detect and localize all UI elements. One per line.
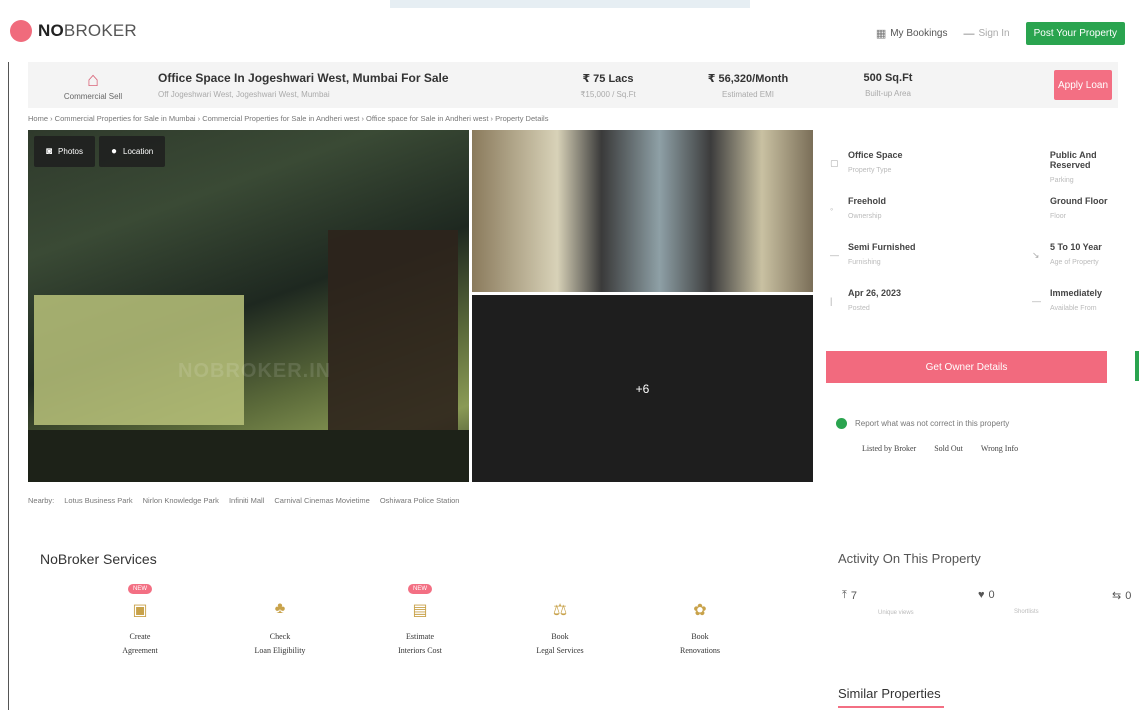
nobroker-logo[interactable]: NOBROKER [10, 20, 137, 42]
report-prompt: Report what was not correct in this prop… [836, 418, 1009, 429]
heading-underline [838, 706, 944, 708]
shortlists-stat: ♥ 0 Shortlists [978, 589, 1039, 615]
user-icon: — [963, 27, 975, 40]
shop-icon: ⌂ [86, 68, 100, 91]
location-pin-icon: ● [110, 146, 117, 157]
property-title: Office Space In Jogeshwari West, Mumbai … [158, 71, 449, 85]
price-value: ₹ 75 Lacs [582, 72, 634, 85]
emi-value: ₹ 56,320/Month [707, 72, 789, 85]
floor-icon [1032, 204, 1042, 220]
report-option-wrong-info[interactable]: Wrong Info [981, 444, 1018, 453]
nearby-label: Nearby: [28, 496, 55, 505]
logo-wordmark: NOBROKER [38, 21, 137, 40]
post-property-button[interactable]: Post Your Property [1025, 22, 1125, 45]
contacted-stat: ⇆ 0 [1112, 589, 1132, 603]
nearby-place[interactable]: Oshiwara Police Station [380, 496, 460, 505]
emi-stat: ₹ 56,320/Month Estimated EMI [678, 72, 818, 99]
nearby-place[interactable]: Infiniti Mall [229, 496, 264, 505]
breadcrumb[interactable]: Home › Commercial Properties for Sale in… [28, 114, 548, 123]
signin-link[interactable]: — Sign In [963, 28, 1009, 40]
more-photos-count: +6 [635, 381, 650, 396]
get-owner-details-button[interactable]: Get Owner Details [826, 351, 1107, 383]
property-details-grid: ▢ Office Space Property Type Public And R… [826, 150, 1139, 330]
service-legal[interactable]: ⚖ Book Legal Services [490, 584, 630, 658]
detail-floor: Ground Floor Floor [1032, 196, 1108, 220]
header-banner-strip [390, 0, 750, 8]
heart-icon: ♥ [978, 589, 985, 601]
detail-age: ↘ 5 To 10 Year Age of Property [1032, 242, 1102, 266]
renovation-icon: ✿ [693, 602, 707, 619]
detail-property-type: ▢ Office Space Property Type [830, 150, 903, 174]
detail-furnishing: — Semi Furnished Furnishing [830, 242, 916, 266]
logo-mark-icon [10, 20, 32, 42]
calendar-icon: ▦ [875, 28, 887, 40]
building-icon: ▢ [830, 158, 839, 168]
watermark: NOBROKER.IN [178, 360, 332, 382]
emi-label: Estimated EMI [721, 89, 774, 99]
area-stat: 500 Sq.Ft Built-up Area [818, 72, 958, 98]
detail-ownership: ◦ Freehold Ownership [830, 196, 887, 220]
report-options: Listed by Broker Sold Out Wrong Info [862, 444, 1018, 453]
side-action-tab[interactable] [1135, 351, 1139, 381]
agreement-icon: ▣ [132, 602, 148, 619]
nearby-place[interactable]: Nirlon Knowledge Park [143, 496, 219, 505]
main-photo[interactable]: NOBROKER.IN [28, 130, 469, 482]
my-bookings-label: My Bookings [890, 28, 948, 39]
nearby-place[interactable]: Lotus Business Park [64, 496, 132, 505]
sofa-icon: — [830, 250, 839, 260]
property-address[interactable]: Off Jogeshwari West, Jogeshwari West, Mu… [158, 90, 538, 99]
top-navbar: NOBROKER ▦ My Bookings — Sign In Post Yo… [0, 0, 1139, 62]
contact-icon: ⇆ [1112, 590, 1122, 602]
similar-properties-heading: Similar Properties [838, 686, 941, 701]
thumbnail-photo-more[interactable]: +6 [472, 295, 813, 482]
key-icon: ◦ [830, 204, 834, 214]
area-value: 500 Sq.Ft [863, 72, 913, 84]
signin-label: Sign In [978, 28, 1010, 39]
camera-icon: ◙ [46, 146, 53, 157]
tab-photos[interactable]: ◙ Photos [34, 136, 95, 167]
thumbnail-photo-top[interactable] [472, 130, 813, 292]
legal-icon: ⚖ [552, 602, 568, 619]
page-left-border [8, 60, 9, 710]
my-bookings-link[interactable]: ▦ My Bookings [876, 27, 948, 40]
views-icon: ⤒ [842, 589, 847, 601]
price-stat: ₹ 75 Lacs ₹15,000 / Sq.Ft [538, 72, 678, 99]
calendar-icon: | [830, 296, 833, 306]
age-icon: ↘ [1032, 250, 1040, 260]
loan-icon: ♣ [274, 600, 286, 617]
tab-location-label: Location [123, 147, 154, 156]
service-renovations[interactable]: ✿ Book Renovations [630, 584, 770, 658]
service-create-agreement[interactable]: NEW ▣ Create Agreement [70, 584, 210, 658]
services-heading: NoBroker Services [40, 551, 157, 567]
report-option-broker[interactable]: Listed by Broker [862, 444, 916, 453]
area-label: Built-up Area [865, 89, 911, 98]
new-badge: NEW [408, 584, 432, 594]
service-loan-eligibility[interactable]: ♣ Check Loan Eligibility [210, 584, 350, 658]
tab-photos-label: Photos [58, 147, 83, 156]
new-badge: NEW [128, 584, 152, 594]
nearby-place[interactable]: Carnival Cinemas Movietime [274, 496, 369, 505]
activity-heading: Activity On This Property [838, 551, 981, 566]
tab-location[interactable]: ● Location [98, 136, 166, 167]
report-text: Report what was not correct in this prop… [855, 419, 1010, 428]
category-label: Commercial Sell [63, 91, 123, 101]
detail-parking: Public And Reserved Parking [1032, 150, 1139, 184]
services-list: NEW ▣ Create Agreement ♣ Check Loan Eligib… [70, 584, 770, 658]
price-per-sqft: ₹15,000 / Sq.Ft [580, 89, 636, 99]
report-option-sold-out[interactable]: Sold Out [934, 444, 963, 453]
apply-loan-button[interactable]: Apply Loan [1054, 70, 1112, 100]
clock-icon: — [1032, 296, 1041, 306]
detail-available: — Immediately Available From [1032, 288, 1103, 312]
unique-views-stat: ⤒ 7 Unique views [842, 589, 914, 616]
report-icon [836, 418, 847, 429]
nearby-places: Nearby: Lotus Business Park Nirlon Knowl… [28, 496, 459, 505]
detail-posted: | Apr 26, 2023 Posted [830, 288, 902, 312]
service-interiors-cost[interactable]: NEW ▤ Estimate Interiors Cost [350, 584, 490, 658]
interiors-icon: ▤ [412, 602, 428, 619]
photo-gallery[interactable]: NOBROKER.IN +6 ◙ Photos ● Location [28, 130, 813, 482]
category-badge: ⌂ Commercial Sell [28, 70, 158, 101]
parking-icon [1032, 158, 1042, 184]
property-summary-bar: ⌂ Commercial Sell Office Space In Jogesh… [28, 62, 1118, 108]
